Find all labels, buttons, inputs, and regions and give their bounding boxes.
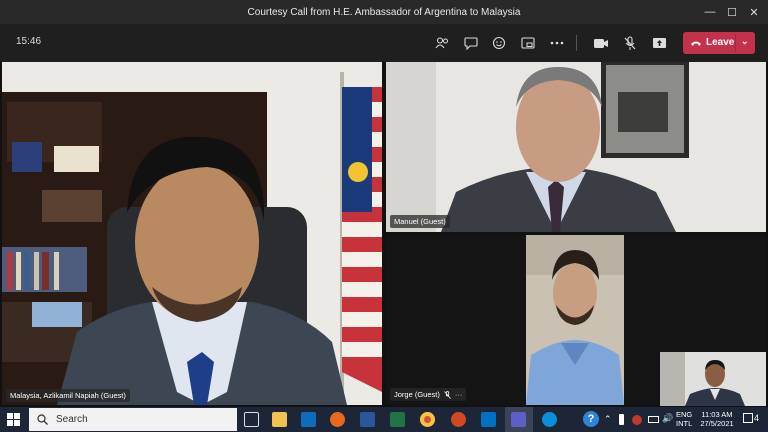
participant-name-top-right: Manuel (Guest) — [390, 215, 450, 228]
window-titlebar: Courtesy Call from H.E. Ambassador of Ar… — [0, 0, 768, 24]
more-options-icon[interactable] — [546, 33, 568, 53]
language-indicator[interactable]: ENG INTL — [676, 410, 692, 428]
leave-button[interactable]: Leave ⌄ — [683, 32, 755, 54]
self-view-tile[interactable] — [660, 352, 766, 406]
toolbar-divider — [576, 35, 577, 51]
usb-icon[interactable] — [619, 414, 624, 425]
language-line1: ENG — [676, 410, 693, 419]
clock-time: 11:03 AM — [701, 410, 733, 419]
file-explorer-icon[interactable] — [272, 412, 287, 427]
mic-off-icon — [444, 390, 451, 399]
phone-hangup-icon — [691, 41, 701, 46]
search-icon — [37, 414, 48, 425]
people-icon[interactable] — [431, 33, 453, 53]
close-icon[interactable]: ✕ — [741, 0, 767, 24]
chevron-up-icon[interactable]: ⌃ — [604, 414, 612, 425]
meeting-toolbar: 15:46 Leave ⌄ — [0, 24, 768, 62]
reactions-icon[interactable] — [488, 33, 510, 53]
camera-icon[interactable] — [590, 33, 612, 53]
task-view-icon[interactable] — [244, 412, 259, 427]
share-tray-icon[interactable] — [517, 33, 539, 53]
share-icon[interactable] — [648, 33, 670, 53]
security-icon[interactable] — [632, 415, 642, 425]
excel-icon[interactable] — [390, 412, 405, 427]
chat-icon[interactable] — [460, 33, 482, 53]
clock-date: 27/5/2021 — [700, 419, 734, 428]
volume-icon[interactable]: 🔊 — [662, 413, 673, 424]
participant-name-main: Malaysia, Azlikamil Napiah (Guest) — [6, 389, 130, 402]
video-tile-top-right[interactable]: Manuel (Guest) — [386, 62, 766, 232]
notification-count: 4 — [754, 413, 760, 423]
participant-video-main — [2, 62, 382, 405]
taskbar-search-box[interactable]: Search — [29, 408, 237, 431]
powerpoint-icon[interactable] — [451, 412, 466, 427]
participant-video-top-right — [386, 62, 766, 232]
window-title: Courtesy Call from H.E. Ambassador of Ar… — [247, 6, 521, 18]
mic-off-icon[interactable] — [619, 33, 641, 53]
os-taskbar: Search ? ⌃ 🔊 ENG INTL 11:03 AM 27/5/2021… — [0, 407, 768, 432]
participant-name-bottom-label: Jorge (Guest) — [394, 390, 440, 399]
firefox-icon[interactable] — [330, 412, 345, 427]
windows-start-icon[interactable] — [7, 413, 20, 431]
video-tile-main[interactable]: Malaysia, Azlikamil Napiah (Guest) — [2, 62, 382, 405]
mail-icon[interactable] — [301, 412, 316, 427]
leave-label: Leave — [706, 37, 735, 48]
clock[interactable]: 11:03 AM 27/5/2021 — [697, 410, 737, 428]
teams-icon[interactable] — [511, 412, 526, 427]
meeting-timer: 15:46 — [16, 36, 42, 47]
chrome-icon[interactable] — [420, 412, 435, 427]
more-options-icon[interactable]: ··· — [455, 390, 463, 399]
self-view-video — [660, 352, 766, 406]
word-icon[interactable] — [360, 412, 375, 427]
leave-divider — [735, 34, 736, 52]
outlook-icon[interactable] — [481, 412, 496, 427]
edge-icon[interactable] — [542, 412, 557, 427]
language-line2: INTL — [676, 419, 693, 428]
video-stage: Malaysia, Azlikamil Napiah (Guest) Manue… — [0, 62, 768, 407]
notifications-icon[interactable]: 4 — [743, 413, 759, 423]
participant-name-bottom: Jorge (Guest) ··· — [390, 388, 467, 401]
battery-icon[interactable] — [648, 416, 659, 423]
search-placeholder: Search — [56, 414, 88, 425]
chevron-down-icon[interactable]: ⌄ — [741, 36, 749, 47]
help-icon[interactable]: ? — [583, 411, 599, 427]
